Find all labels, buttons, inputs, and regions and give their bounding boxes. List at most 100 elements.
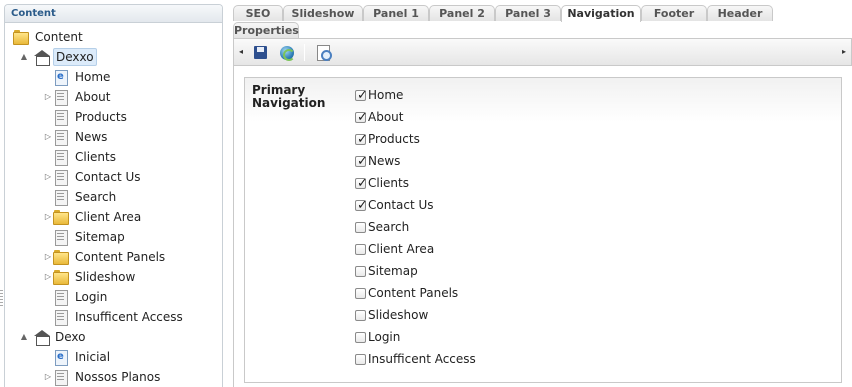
expand-arrow-icon[interactable]: ▷ <box>43 207 53 227</box>
tree-node[interactable]: ▷ About <box>5 87 222 107</box>
tree-node-label[interactable]: Client Area <box>73 207 143 227</box>
checkbox[interactable] <box>355 354 366 365</box>
tab-navigation[interactable]: Navigation <box>561 5 641 22</box>
expand-arrow-icon[interactable]: ▷ <box>43 127 53 147</box>
tree-node[interactable]: ▷ Nossos Planos <box>5 367 222 387</box>
tree-node-label[interactable]: Content <box>33 27 85 47</box>
tree-node-label[interactable]: Search <box>73 187 118 207</box>
checkbox[interactable]: ✓ <box>355 155 368 168</box>
tree-node-label[interactable]: Clients <box>73 147 118 167</box>
tab-footer[interactable]: Footer <box>641 5 707 21</box>
checkbox-label[interactable]: Insufficent Access <box>368 352 476 366</box>
expand-arrow-icon[interactable]: ▷ <box>43 167 53 187</box>
checkbox[interactable] <box>355 244 366 255</box>
checkbox-label[interactable]: Sitemap <box>368 264 418 278</box>
tree-node-label[interactable]: Login <box>73 287 109 307</box>
tree-node-label[interactable]: News <box>73 127 109 147</box>
checkbox[interactable] <box>355 332 366 343</box>
tree-node[interactable]: Login <box>5 287 222 307</box>
checkbox[interactable] <box>355 222 366 233</box>
checkbox[interactable] <box>355 266 366 277</box>
tree-node[interactable]: Sitemap <box>5 227 222 247</box>
expand-arrow-icon[interactable]: ▷ <box>43 87 53 107</box>
tree-node-label[interactable]: Dexo <box>53 327 88 347</box>
collapse-arrow-icon[interactable]: ▲ <box>19 47 29 67</box>
checkbox-label[interactable]: Search <box>368 220 409 234</box>
tab-properties[interactable]: Properties <box>233 22 299 38</box>
tree-node-label[interactable]: About <box>73 87 112 107</box>
checkbox-label[interactable]: Contact Us <box>368 198 434 212</box>
tree-node[interactable]: ▷ News <box>5 127 222 147</box>
tree-node-label[interactable]: Home <box>73 67 112 87</box>
tab-panel-2[interactable]: Panel 2 <box>429 5 495 21</box>
save-icon[interactable] <box>252 44 270 62</box>
checkmark-icon: ✓ <box>357 110 368 125</box>
tree-node-label[interactable]: Contact Us <box>73 167 143 187</box>
tree-node-label[interactable]: Sitemap <box>73 227 127 247</box>
tree-node[interactable]: Home <box>5 67 222 87</box>
checkbox[interactable]: ✓ <box>355 88 368 103</box>
checkbox[interactable]: ✓ <box>355 133 368 146</box>
navigation-form: Primary Navigation ✓ Home ✓ About ✓ Products ✓… <box>244 77 842 383</box>
checkmark-icon: ✓ <box>357 176 368 191</box>
tree-node-label[interactable]: Dexxo <box>53 48 97 66</box>
tree-node[interactable]: Products <box>5 107 222 127</box>
tree-node[interactable]: ▷ Content Panels <box>5 247 222 267</box>
content-tree-panel: Content Content▲DexxoHome▷AboutProducts▷… <box>4 4 223 387</box>
checkbox-label[interactable]: Products <box>368 132 420 146</box>
tree-node-label[interactable]: Nossos Planos <box>73 367 162 387</box>
refresh-icon[interactable] <box>278 44 296 62</box>
checkmark-icon: ✓ <box>357 88 368 103</box>
toolbar: ◂ ▸ <box>233 38 852 66</box>
folder-icon <box>53 250 69 265</box>
checkbox-label[interactable]: Client Area <box>368 242 434 256</box>
tab-header[interactable]: Header <box>707 5 773 21</box>
checkbox[interactable] <box>355 288 366 299</box>
checkbox-label[interactable]: News <box>368 154 400 168</box>
checkbox-label[interactable]: Slideshow <box>368 308 428 322</box>
checkbox-label[interactable]: Login <box>368 330 400 344</box>
checkbox-label[interactable]: Home <box>368 88 403 102</box>
tab-panel-1[interactable]: Panel 1 <box>363 5 429 21</box>
preview-icon[interactable] <box>314 44 332 62</box>
checkbox-label[interactable]: Content Panels <box>368 286 458 300</box>
home-page-icon <box>53 350 69 366</box>
checkbox[interactable]: ✓ <box>355 176 368 191</box>
tree-node[interactable]: ▷ Slideshow <box>5 267 222 287</box>
checkbox-label[interactable]: Clients <box>368 176 409 190</box>
expand-arrow-icon[interactable]: ▷ <box>43 267 53 287</box>
folder-icon <box>13 30 29 45</box>
folder-icon <box>53 270 69 285</box>
page-icon <box>53 130 69 146</box>
tab-seo[interactable]: SEO <box>233 5 283 21</box>
tree-node-label[interactable]: Insufficent Access <box>73 307 185 327</box>
tab-strip: SEO Slideshow Panel 1 Panel 2 Panel 3 Navigat… <box>233 5 852 38</box>
toolbar-scroll-right-icon[interactable]: ▸ <box>839 39 849 65</box>
checkbox[interactable]: ✓ <box>355 110 368 125</box>
collapse-arrow-icon[interactable]: ▲ <box>19 327 29 347</box>
tree-node[interactable]: ▲ Dexo <box>5 327 222 347</box>
splitter-handle[interactable] <box>0 290 3 306</box>
checkbox[interactable]: ✓ <box>355 199 368 212</box>
expand-arrow-icon[interactable]: ▷ <box>43 367 53 387</box>
tree-node[interactable]: Insufficent Access <box>5 307 222 327</box>
tab-panel-3[interactable]: Panel 3 <box>495 5 561 21</box>
tree-node[interactable]: ▷ Client Area <box>5 207 222 227</box>
toolbar-scroll-left-icon[interactable]: ◂ <box>236 39 246 65</box>
tree-node[interactable]: Search <box>5 187 222 207</box>
tree-node-label[interactable]: Products <box>73 107 129 127</box>
tab-slideshow[interactable]: Slideshow <box>283 5 363 21</box>
expand-arrow-icon[interactable]: ▷ <box>43 247 53 267</box>
tree-node[interactable]: ▷ Contact Us <box>5 167 222 187</box>
tree-node-label[interactable]: Content Panels <box>73 247 167 267</box>
tree-node[interactable]: ▲ Dexxo <box>5 47 222 67</box>
primary-navigation-label: Primary Navigation <box>252 83 326 110</box>
page-icon <box>53 310 69 326</box>
checkbox[interactable] <box>355 310 366 321</box>
tree-node[interactable]: Content <box>5 27 222 47</box>
tree-node[interactable]: Inicial <box>5 347 222 367</box>
checkbox-label[interactable]: About <box>368 110 403 124</box>
tree-node[interactable]: Clients <box>5 147 222 167</box>
tree-node-label[interactable]: Inicial <box>73 347 112 367</box>
tree-node-label[interactable]: Slideshow <box>73 267 137 287</box>
